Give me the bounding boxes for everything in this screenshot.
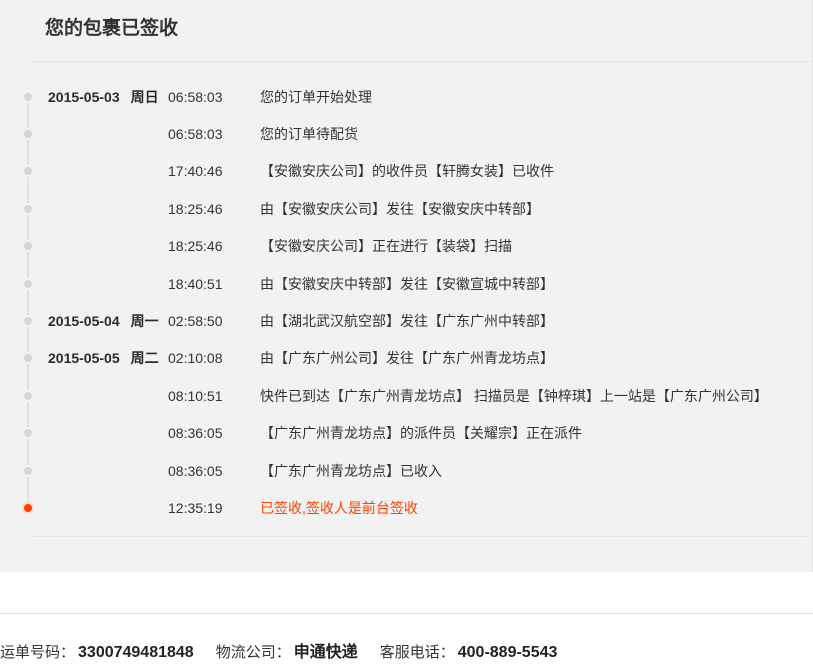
event-date: 2015-05-05 周二 (48, 348, 168, 368)
event-time: 08:10:51 (168, 388, 260, 404)
timeline-dot (22, 128, 34, 140)
event-time: 12:35:19 (168, 500, 260, 516)
event-time: 18:40:51 (168, 276, 260, 292)
event-date (48, 425, 168, 441)
timeline-dot (22, 203, 34, 215)
event-time: 06:58:03 (168, 126, 260, 142)
logistics-company-value: 申通快递 (294, 638, 358, 662)
event-message: 由【安徽安庆中转部】发往【安徽宣城中转部】 (260, 274, 812, 294)
event-date (48, 201, 168, 217)
service-phone-label: 客服电话： (380, 641, 455, 662)
event-time: 02:58:50 (168, 313, 260, 329)
event-date (48, 463, 168, 479)
timeline-dot (22, 165, 34, 177)
page-title: 您的包裹已签收 (45, 14, 812, 44)
timeline-event-row: 2015-05-03 周日 06:58:03 您的订单开始处理 (0, 78, 812, 115)
timeline-dot (22, 240, 34, 252)
tracking-number-value: 3300749481848 (78, 644, 194, 662)
timeline-bottom-divider (32, 536, 806, 537)
event-date (48, 388, 168, 404)
timeline-event-row-signed: 12:35:19 已签收,签收人是前台签收 (0, 489, 812, 526)
event-message: 【广东广州青龙坊点】已收入 (260, 461, 812, 481)
event-date (48, 500, 168, 516)
service-phone-value: 400-889-5543 (458, 644, 558, 662)
header-divider (32, 61, 812, 62)
timeline-event-row: 18:25:46 由【安徽安庆公司】发往【安徽安庆中转部】 (0, 190, 812, 227)
event-weekday: 周二 (131, 350, 159, 366)
timeline-dot (22, 427, 34, 439)
timeline-event-row: 08:36:05 【广东广州青龙坊点】的派件员【关耀宗】正在派件 (0, 415, 812, 452)
event-date-text: 2015-05-04 (48, 313, 120, 329)
timeline-dot (22, 315, 34, 327)
event-message: 您的订单待配货 (260, 124, 812, 144)
event-date (48, 276, 168, 292)
event-weekday: 周一 (131, 313, 159, 329)
event-message: 已签收,签收人是前台签收 (260, 498, 812, 518)
panel-header: 您的包裹已签收 (0, 0, 812, 61)
event-date (48, 126, 168, 142)
event-date: 2015-05-04 周一 (48, 311, 168, 331)
event-time: 02:10:08 (168, 350, 260, 366)
tracking-timeline: 2015-05-03 周日 06:58:03 您的订单开始处理 06:58:03 … (0, 78, 812, 527)
logistics-company-label: 物流公司： (216, 641, 291, 662)
event-date: 2015-05-03 周日 (48, 87, 168, 107)
timeline-dot (22, 91, 34, 103)
shipment-info-footer: 运单号码：3300749481848 物流公司：申通快递 客服电话：400-88… (0, 613, 813, 662)
timeline-event-row: 18:25:46 【安徽安庆公司】正在进行【装袋】扫描 (0, 228, 812, 265)
timeline-dot (22, 465, 34, 477)
event-date-text: 2015-05-05 (48, 350, 120, 366)
timeline-event-row: 17:40:46 【安徽安庆公司】的收件员【轩腾女装】已收件 (0, 153, 812, 190)
event-message: 【广东广州青龙坊点】的派件员【关耀宗】正在派件 (260, 423, 812, 443)
event-date (48, 163, 168, 179)
timeline-event-row: 2015-05-05 周二 02:10:08 由【广东广州公司】发往【广东广州青龙… (0, 340, 812, 377)
timeline-event-row: 18:40:51 由【安徽安庆中转部】发往【安徽宣城中转部】 (0, 265, 812, 302)
timeline-event-row: 08:10:51 快件已到达【广东广州青龙坊点】 扫描员是【钟梓琪】上一站是【广… (0, 377, 812, 414)
tracking-panel: 您的包裹已签收 2015-05-03 周日 06:58:03 您的订单开始处理 0… (0, 0, 813, 572)
timeline-event-row: 06:58:03 您的订单待配货 (0, 115, 812, 152)
event-time: 18:25:46 (168, 201, 260, 217)
timeline-dot (22, 278, 34, 290)
event-date (48, 238, 168, 254)
event-message: 快件已到达【广东广州青龙坊点】 扫描员是【钟梓琪】上一站是【广东广州公司】 (260, 386, 812, 406)
event-date-text: 2015-05-03 (48, 89, 120, 105)
timeline-dot (22, 390, 34, 402)
tracking-number-label: 运单号码： (0, 641, 75, 662)
timeline-event-row: 08:36:05 【广东广州青龙坊点】已收入 (0, 452, 812, 489)
event-message: 您的订单开始处理 (260, 87, 812, 107)
event-message: 【安徽安庆公司】正在进行【装袋】扫描 (260, 236, 812, 256)
event-time: 06:58:03 (168, 89, 260, 105)
timeline-dot (22, 352, 34, 364)
event-message: 由【安徽安庆公司】发往【安徽安庆中转部】 (260, 199, 812, 219)
event-message: 由【广东广州公司】发往【广东广州青龙坊点】 (260, 348, 812, 368)
event-time: 08:36:05 (168, 425, 260, 441)
timeline-dot-signed (22, 502, 34, 514)
event-time: 18:25:46 (168, 238, 260, 254)
event-time: 17:40:46 (168, 163, 260, 179)
event-message: 由【湖北武汉航空部】发往【广东广州中转部】 (260, 311, 812, 331)
event-message: 【安徽安庆公司】的收件员【轩腾女装】已收件 (260, 161, 812, 181)
event-weekday: 周日 (131, 89, 159, 105)
timeline-event-row: 2015-05-04 周一 02:58:50 由【湖北武汉航空部】发往【广东广州中… (0, 302, 812, 339)
event-time: 08:36:05 (168, 463, 260, 479)
